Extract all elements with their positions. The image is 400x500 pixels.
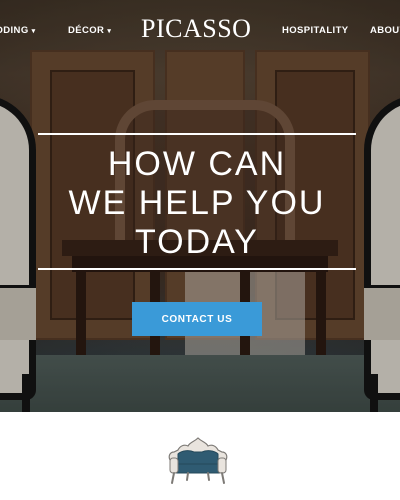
site-logo[interactable]: PICASSO <box>141 14 251 44</box>
contact-us-button[interactable]: CONTACT US <box>132 302 262 336</box>
nav-item-label: HOSPITALITY <box>282 25 349 36</box>
nav-item-label: ABOUT <box>370 25 400 36</box>
headline-line: TODAY <box>135 223 259 261</box>
headline-line: WE HELP YOU <box>68 184 326 222</box>
hero-headline: HOW CAN WE HELP YOU TODAY <box>38 145 356 262</box>
nav-item-label: DDING <box>0 25 29 36</box>
headline-line: HOW CAN <box>107 145 287 183</box>
nav-item-wedding[interactable]: DDING ▾ <box>0 25 36 36</box>
ornate-sofa-icon <box>166 436 230 486</box>
top-navigation: DDING ▾ DÉCOR ▾ PICASSO HOSPITALITY ABOU… <box>0 0 400 62</box>
nav-item-hospitality[interactable]: HOSPITALITY <box>282 25 349 36</box>
nav-item-decor[interactable]: DÉCOR ▾ <box>68 25 111 36</box>
headline-divider-bottom <box>38 268 356 270</box>
caret-down-icon: ▾ <box>107 27 112 35</box>
caret-down-icon: ▾ <box>31 27 36 35</box>
nav-item-label: DÉCOR <box>68 25 105 36</box>
hero-banner: DDING ▾ DÉCOR ▾ PICASSO HOSPITALITY ABOU… <box>0 0 400 412</box>
nav-item-about[interactable]: ABOUT <box>370 25 400 36</box>
headline-divider-top <box>38 133 356 135</box>
